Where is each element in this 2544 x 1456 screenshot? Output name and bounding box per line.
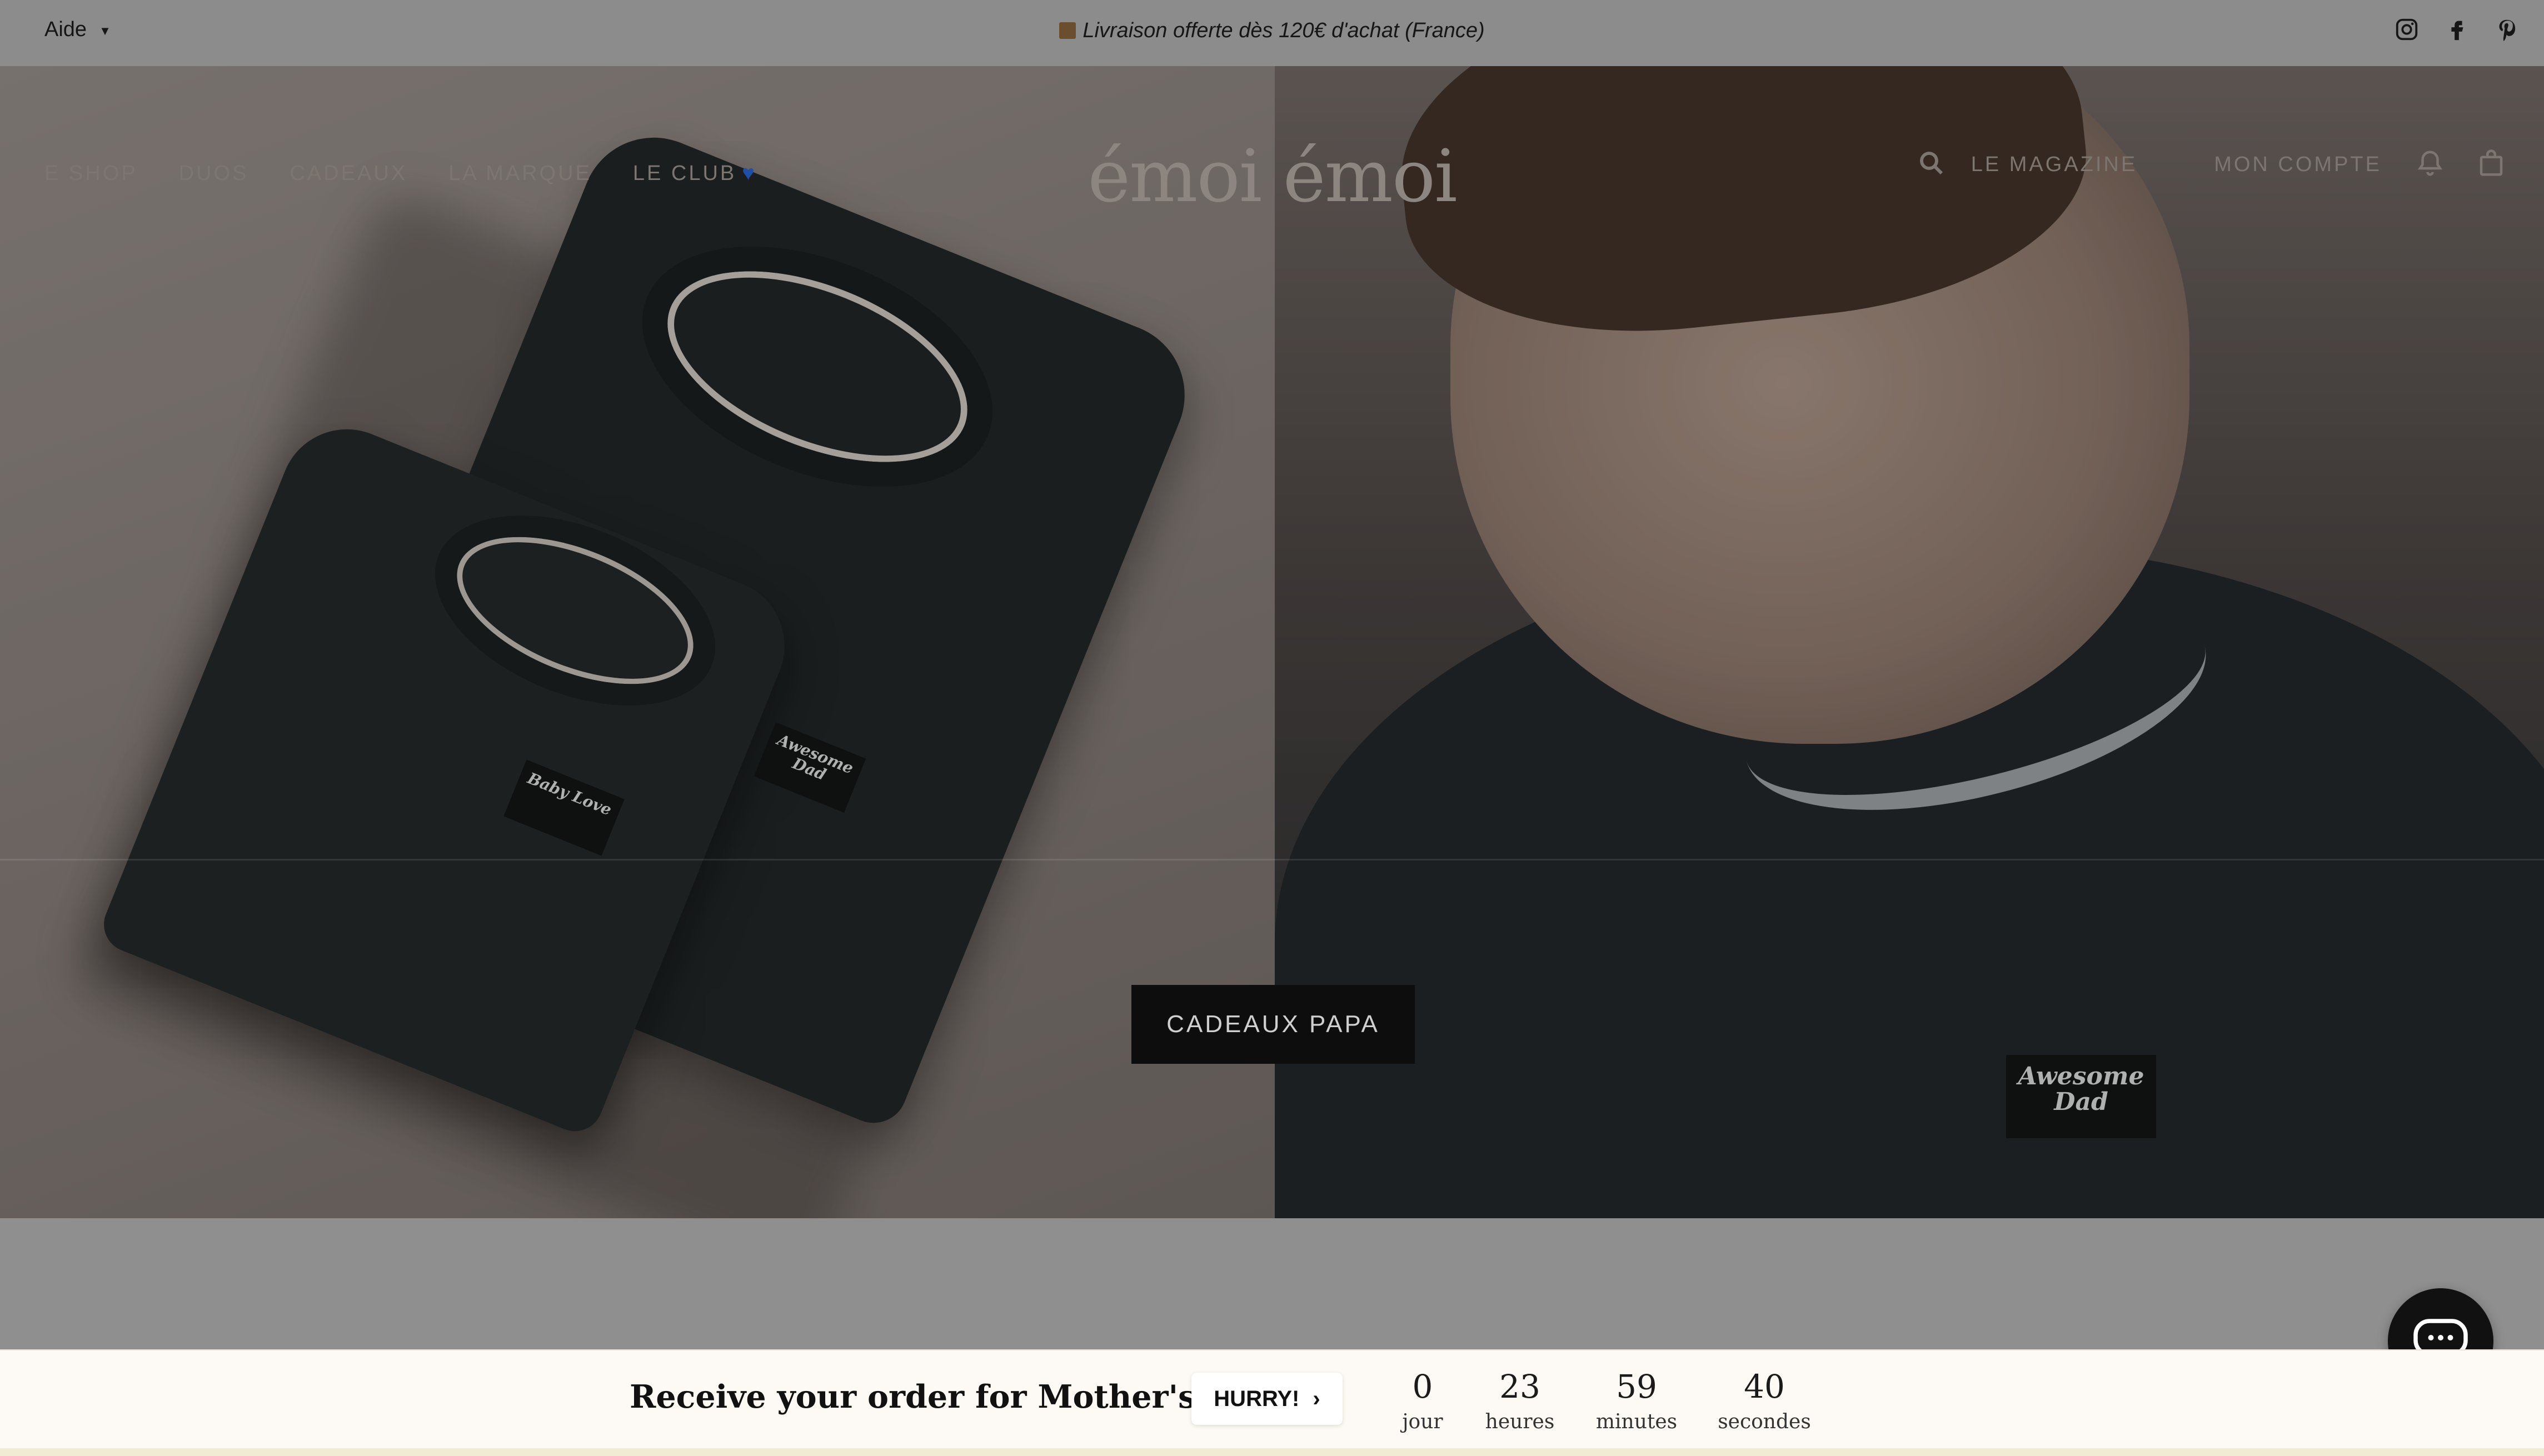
bell-icon[interactable] [2415,148,2445,181]
nav-mon-compte[interactable]: MON COMPTE [2214,153,2382,177]
nav-le-magazine[interactable]: LE MAGAZINE [1971,153,2138,177]
hero-banner[interactable]: Baby Love Awesome Dad Awesome Dad E SHOP… [0,66,2544,1218]
social-links [2394,17,2520,45]
hurry-label: HURRY! [1214,1386,1300,1411]
countdown-days-value: 0 [1412,1368,1433,1405]
countdown-seconds-value: 40 [1744,1368,1785,1405]
countdown-days: 0 jour [1389,1370,1456,1433]
countdown-days-label: jour [1402,1410,1443,1433]
countdown-hours-label: heures [1485,1410,1555,1433]
countdown-minutes: 59 minutes [1595,1370,1678,1433]
countdown-seconds-label: secondes [1718,1410,1811,1433]
announcement-bar: Aide ▼ Livraison offerte dès 120€ d'acha… [0,0,2544,68]
pinterest-icon[interactable] [2494,17,2520,45]
hurry-button[interactable]: HURRY! › [1191,1373,1343,1425]
countdown-banner: Receive your order for Mother's Day HURR… [0,1349,2544,1456]
countdown-hours-value: 23 [1499,1368,1540,1405]
instagram-icon[interactable] [2394,17,2420,45]
promo-text: Livraison offerte dès 120€ d'achat (Fran… [1083,19,1485,42]
cadeaux-papa-button[interactable]: CADEAUX PAPA [1131,985,1415,1064]
utility-nav: LE MAGAZINE MON COMPTE [1917,148,2506,181]
countdown-seconds: 40 secondes [1717,1370,1812,1433]
facebook-icon[interactable] [2444,17,2470,45]
chevron-right-icon: › [1313,1386,1320,1411]
countdown-hours: 23 heures [1484,1370,1556,1433]
promo-message: Livraison offerte dès 120€ d'achat (Fran… [0,19,2544,43]
bag-icon[interactable] [2476,148,2506,181]
countdown-minutes-label: minutes [1595,1410,1678,1433]
countdown-minutes-value: 59 [1616,1368,1657,1405]
search-icon[interactable] [1917,148,1947,181]
package-icon [1059,22,1076,39]
countdown-title: Receive your order for Mother's Day [630,1378,1274,1415]
